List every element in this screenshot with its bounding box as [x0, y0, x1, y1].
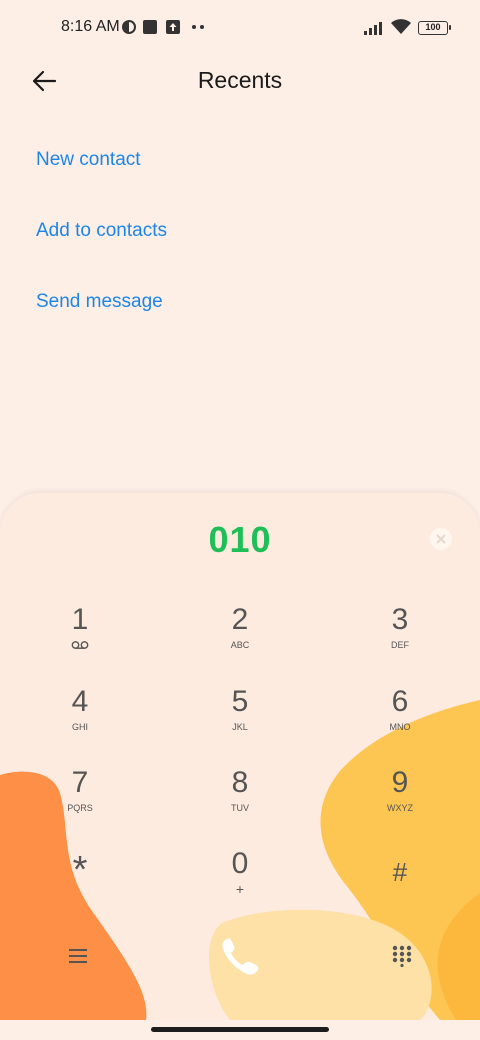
- key-digit: #: [392, 857, 408, 887]
- dialed-number: 010: [208, 519, 272, 560]
- voicemail-icon: [71, 641, 89, 649]
- key-digit: 5: [231, 685, 249, 718]
- key-2[interactable]: 2 ABC: [180, 603, 300, 675]
- key-digit: 4: [71, 685, 89, 718]
- key-digit: 3: [391, 603, 409, 636]
- key-letters: DEF: [391, 640, 409, 650]
- key-digit: 9: [391, 766, 409, 799]
- key-digit: 2: [231, 603, 249, 636]
- key-4[interactable]: 4 GHI: [20, 685, 140, 757]
- signal-icon: [364, 22, 382, 35]
- menu-icon[interactable]: [68, 947, 88, 965]
- key-star[interactable]: *: [20, 849, 140, 927]
- status-bar: 8:16 AM 100: [0, 0, 480, 56]
- key-letters: MNO: [389, 722, 411, 732]
- key-digit: 6: [391, 685, 409, 718]
- key-digit: 7: [71, 766, 89, 799]
- status-time: 8:16 AM: [61, 18, 120, 35]
- key-8[interactable]: 8 TUV: [180, 766, 300, 838]
- new-contact-link[interactable]: New contact: [36, 149, 141, 171]
- key-9[interactable]: 9 WXYZ: [340, 766, 460, 838]
- notification-square-icon: [143, 20, 157, 34]
- battery-icon: 100: [418, 21, 451, 35]
- key-letters: +: [235, 881, 245, 897]
- key-letters: TUV: [231, 803, 249, 813]
- more-notifications-icon: [192, 25, 204, 29]
- key-letters: ABC: [230, 640, 250, 650]
- home-indicator[interactable]: [151, 1027, 329, 1032]
- key-1[interactable]: 1: [20, 603, 140, 675]
- key-digit: 0: [231, 847, 249, 880]
- page-title: Recents: [197, 67, 283, 93]
- add-to-contacts-link[interactable]: Add to contacts: [36, 220, 167, 242]
- dialpad-icon[interactable]: [392, 945, 412, 967]
- key-5[interactable]: 5 JKL: [180, 685, 300, 757]
- key-digit: *: [72, 849, 88, 891]
- key-0[interactable]: 0 +: [180, 847, 300, 919]
- dial-panel: 010 1 2 ABC 3 DEF 4 GHI 5 JKL 6 MNO 7 PQ…: [0, 493, 480, 1040]
- call-icon[interactable]: [218, 936, 262, 978]
- key-hash[interactable]: #: [340, 855, 460, 927]
- key-letters: WXYZ: [387, 803, 413, 813]
- data-saver-icon: [122, 20, 136, 34]
- send-message-link[interactable]: Send message: [36, 291, 163, 313]
- key-letters: PQRS: [67, 803, 93, 813]
- key-3[interactable]: 3 DEF: [340, 603, 460, 675]
- key-letters: JKL: [232, 722, 248, 732]
- clear-input-icon[interactable]: [430, 528, 452, 550]
- wifi-icon: [391, 19, 411, 34]
- upload-icon: [166, 20, 180, 34]
- key-digit: 1: [71, 603, 89, 636]
- key-letters: GHI: [71, 722, 88, 732]
- key-7[interactable]: 7 PQRS: [20, 766, 140, 838]
- screen: 8:16 AM 100 Recents New contact Add to c…: [0, 0, 480, 1040]
- key-6[interactable]: 6 MNO: [340, 685, 460, 757]
- key-digit: 8: [231, 766, 249, 799]
